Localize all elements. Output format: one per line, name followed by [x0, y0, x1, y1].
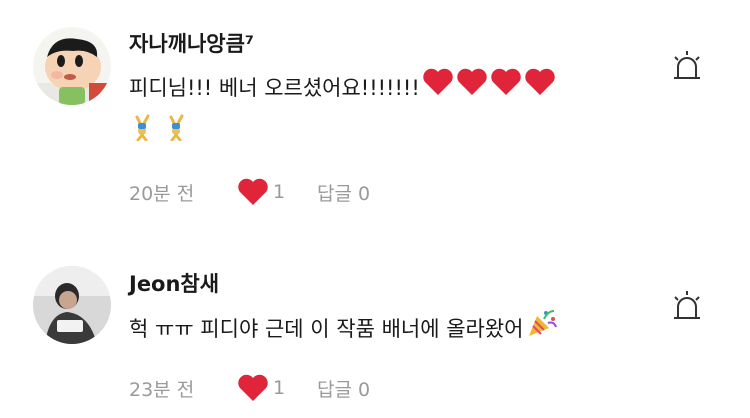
heart-icon	[238, 374, 268, 401]
avatar-cartoon-image	[33, 27, 111, 105]
comment-author[interactable]: Jeon참새	[129, 268, 219, 298]
avatar-photo-image	[33, 266, 111, 344]
gymnast-icon	[129, 111, 157, 155]
heart-icon	[490, 67, 522, 111]
reply-button[interactable]: 답글 0	[317, 375, 370, 402]
report-siren-icon[interactable]	[670, 289, 704, 323]
comment-text-body: 피디님!!! 베너 오르셨어요!!!!!!!	[129, 76, 420, 100]
comment-text: 피디님!!! 베너 오르셨어요!!!!!!!	[129, 67, 556, 155]
like-button[interactable]: 1	[237, 374, 317, 402]
avatar[interactable]	[33, 27, 111, 105]
like-button[interactable]: 1	[237, 178, 317, 206]
like-count: 1	[273, 377, 286, 399]
comment-text: 헉 ㅠㅠ 피디야 근데 이 작품 배너에 올라왔어	[129, 307, 558, 353]
report-siren-icon[interactable]	[670, 49, 704, 83]
comment-meta: 23분 전 1 답글 0	[129, 374, 370, 402]
comment-author[interactable]: 자나깨나앙큼⁷	[129, 28, 254, 58]
heart-icon	[238, 178, 268, 205]
comment-time: 23분 전	[129, 378, 195, 401]
like-count: 1	[273, 181, 286, 203]
heart-icon	[456, 67, 488, 111]
comment-meta: 20분 전 1 답글 0	[129, 178, 370, 206]
heart-icon	[524, 67, 556, 111]
heart-icon	[422, 67, 454, 111]
reply-button[interactable]: 답글 0	[317, 179, 370, 206]
comment-text-body: 헉 ㅠㅠ 피디야 근데 이 작품 배너에 올라왔어	[129, 317, 524, 341]
gymnast-icon	[163, 111, 191, 155]
avatar[interactable]	[33, 266, 111, 344]
party-popper-icon	[526, 307, 558, 353]
comment-time: 20분 전	[129, 182, 195, 205]
